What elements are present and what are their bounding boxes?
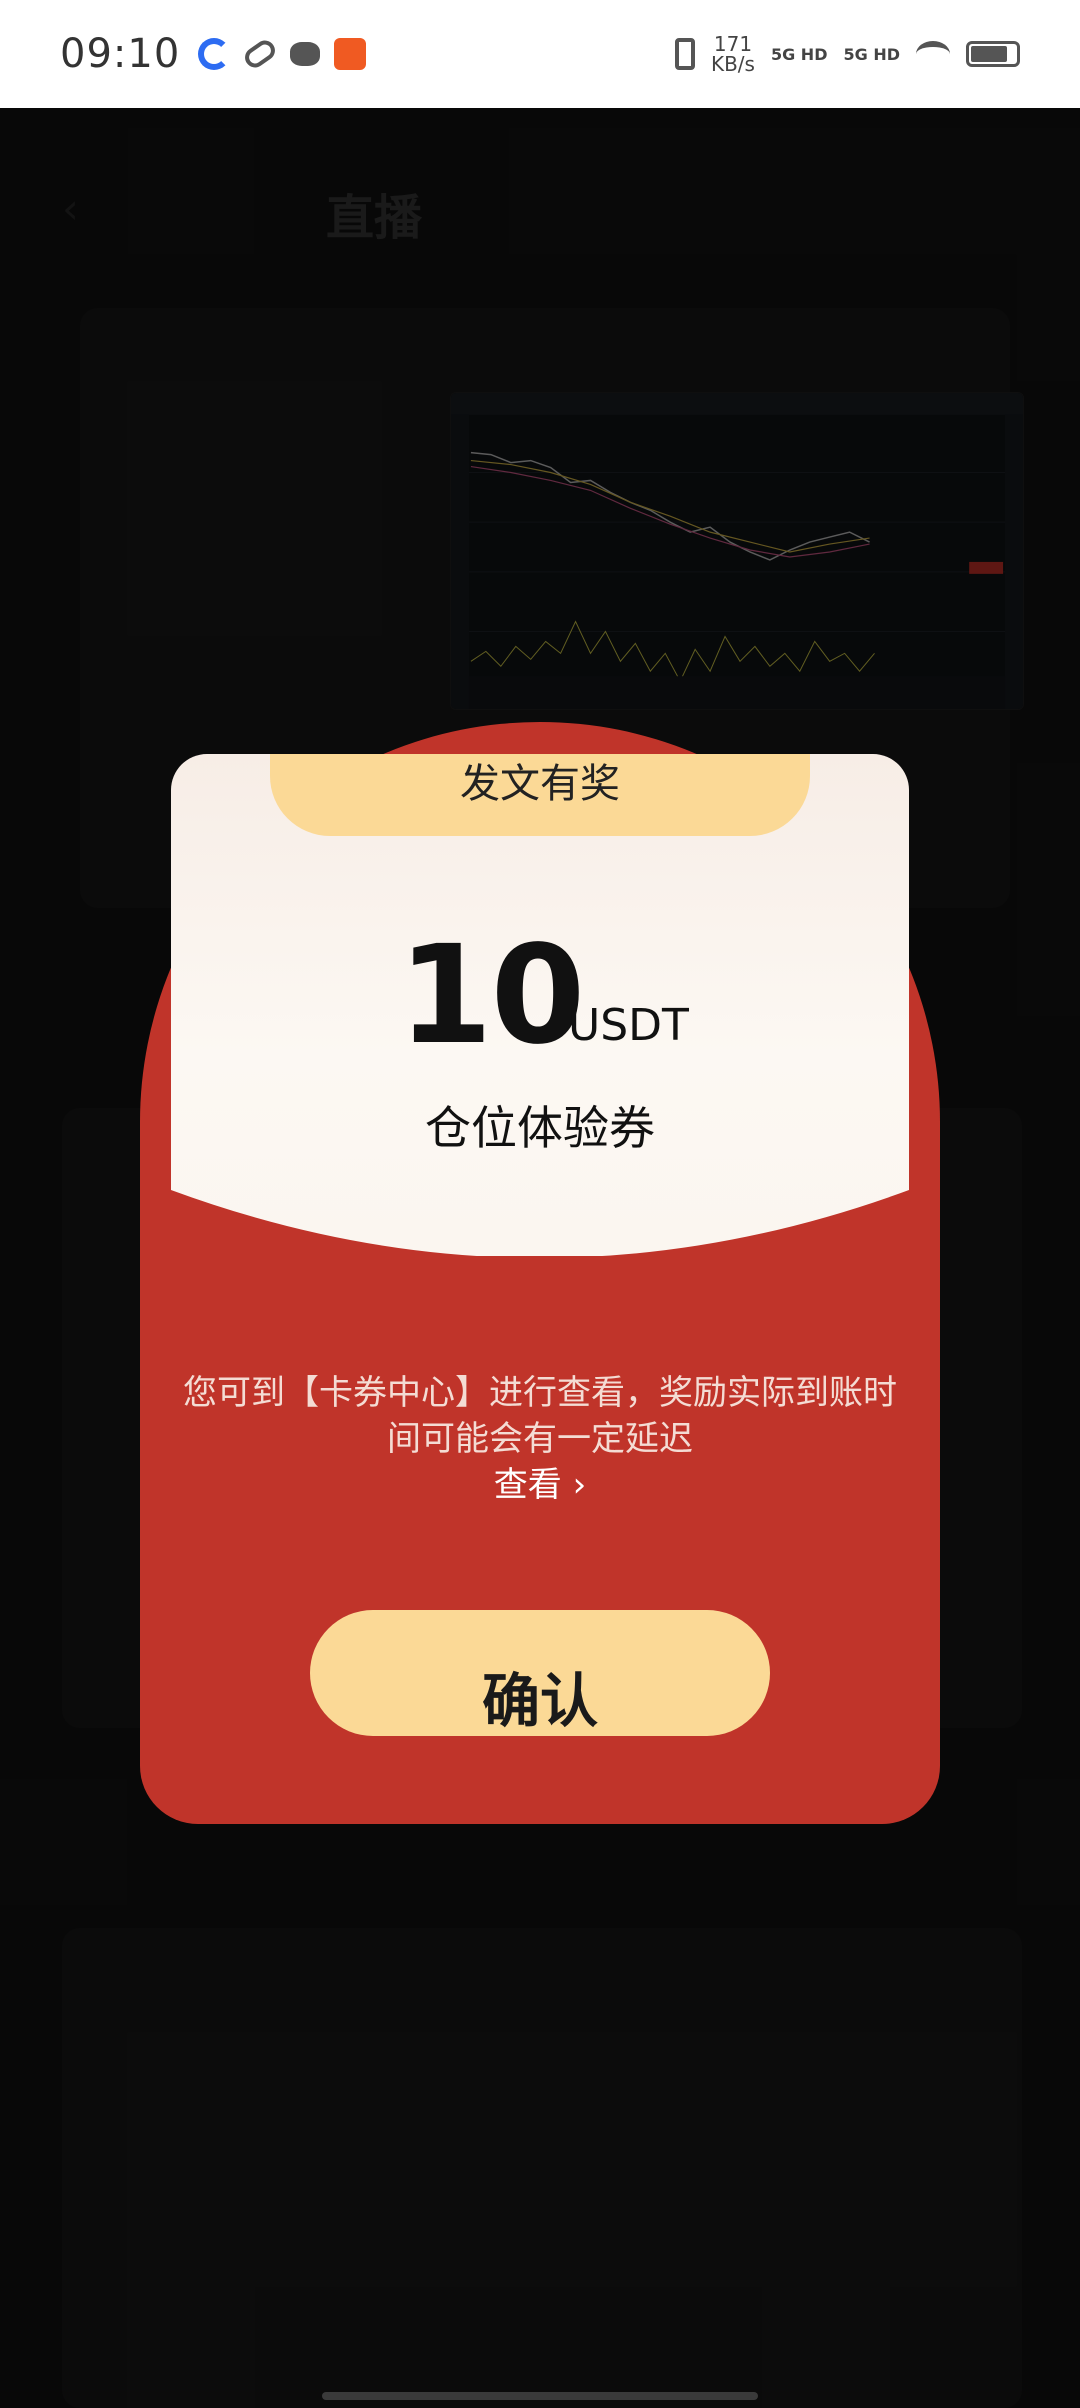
reward-description: 您可到【卡券中心】进行查看，奖励实际到账时间可能会有一定延迟 [183, 1373, 897, 1459]
kuaishou-icon [334, 38, 367, 70]
battery-icon [966, 41, 1020, 67]
vibrate-icon [674, 38, 695, 70]
confirm-button[interactable]: 确认 [310, 1610, 770, 1736]
view-coupons-link[interactable]: 查看 › [471, 1462, 609, 1508]
reward-unit: USDT [568, 1000, 689, 1051]
signal-2: 5G HD [843, 44, 900, 64]
reward-amount: 10 [398, 917, 585, 1075]
wechat-icon [290, 42, 321, 66]
status-right: 171 KB/s 5G HD 5G HD [674, 34, 1020, 74]
wifi-icon [916, 41, 950, 67]
status-time: 09:10 [60, 31, 181, 77]
ribbon-title: 发文有奖 [460, 761, 620, 807]
home-indicator[interactable] [322, 2392, 758, 2400]
net-speed: 171 KB/s [711, 34, 755, 74]
coupon-name: 仓位体验券 [425, 1101, 655, 1155]
status-bar: 09:10 171 KB/s 5G HD 5G HD [0, 0, 1080, 108]
app-c-icon [198, 38, 231, 70]
link-icon [241, 36, 280, 72]
net-speed-value: 171 [713, 32, 753, 56]
notification-icons [198, 36, 367, 72]
net-speed-unit: KB/s [710, 52, 755, 76]
signal-1: 5G HD [770, 44, 828, 64]
